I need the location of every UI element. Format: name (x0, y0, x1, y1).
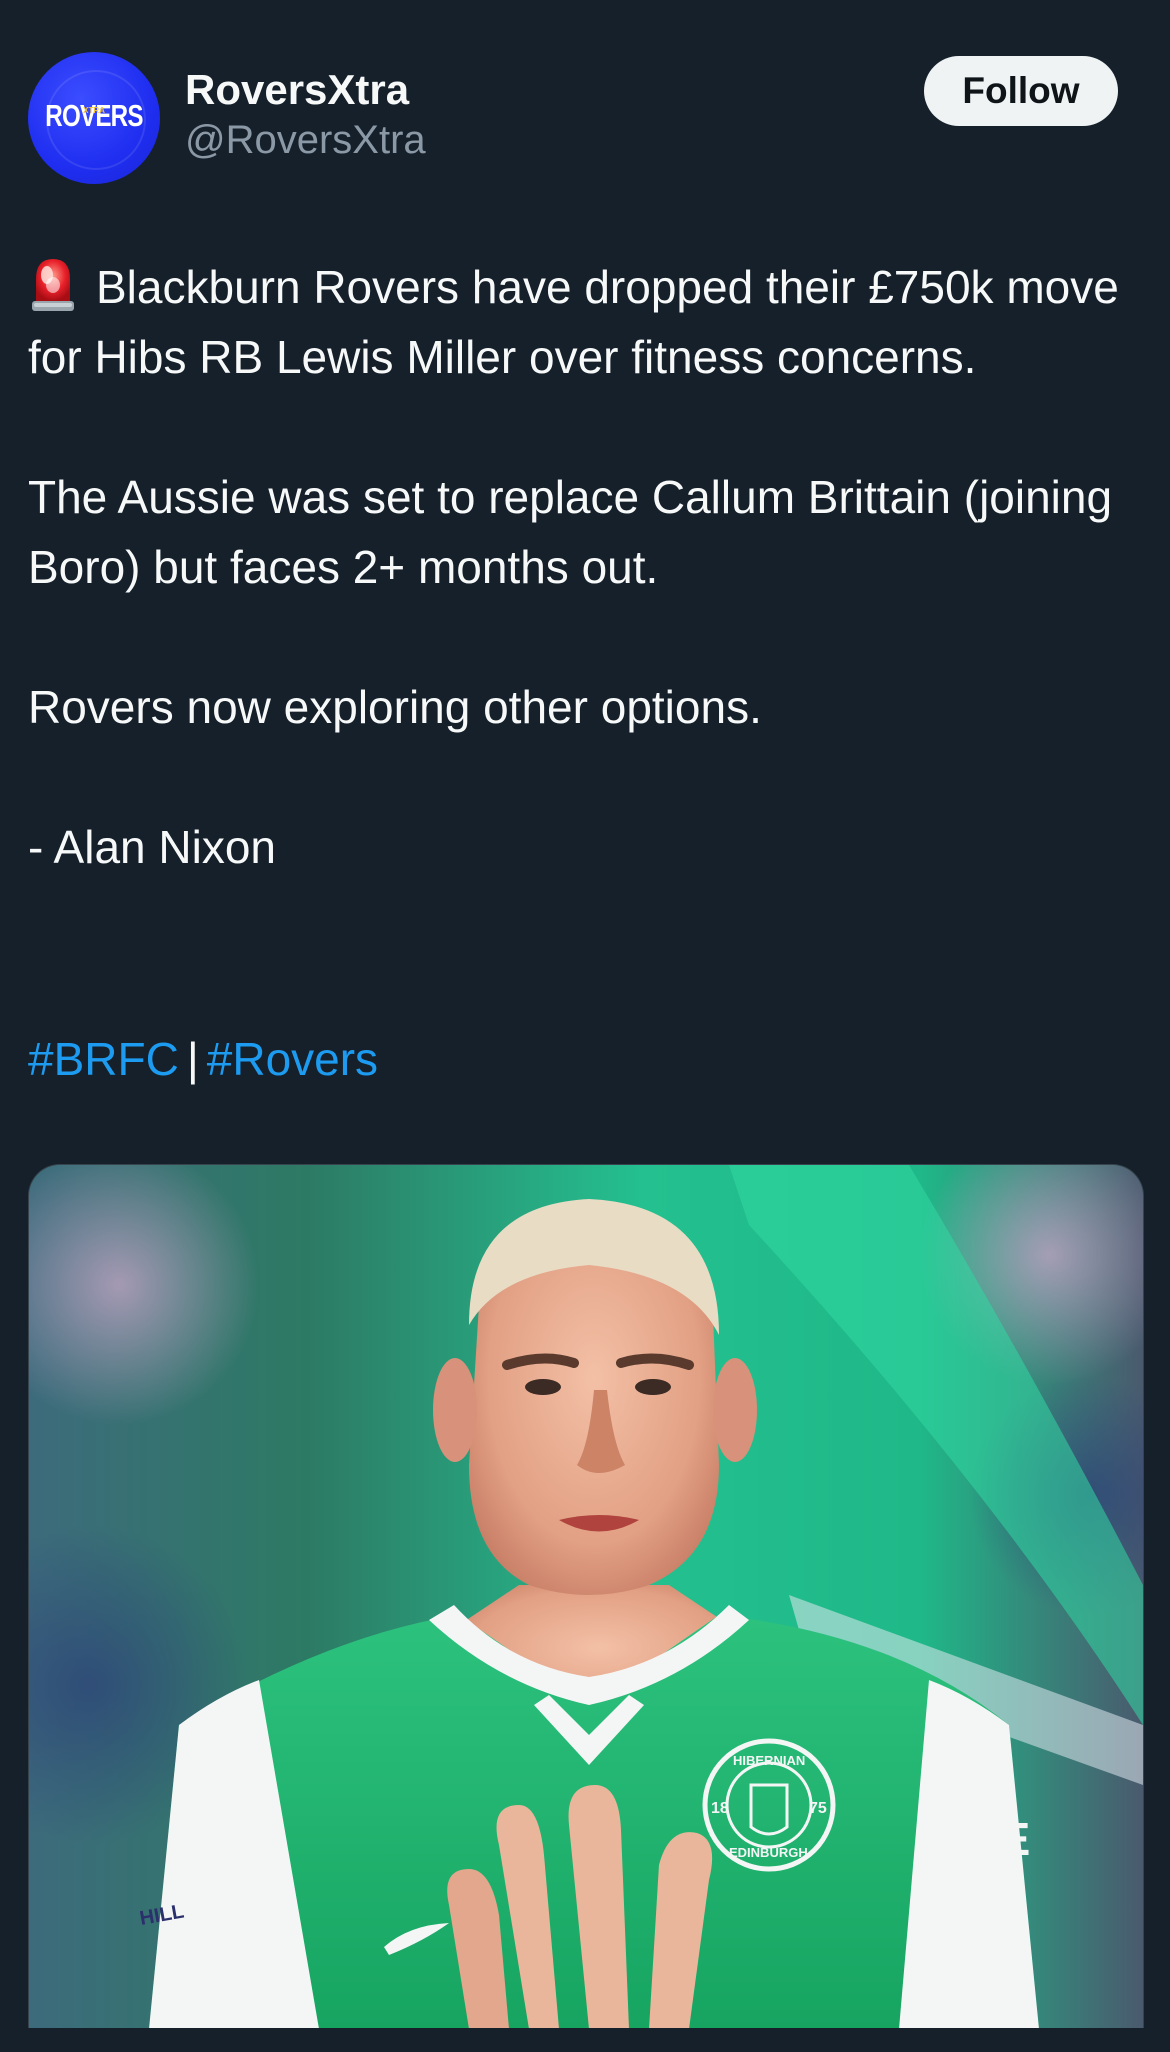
author-handle[interactable]: @RoversXtra (185, 118, 426, 163)
bottom-strip (0, 2028, 1170, 2052)
tweet-paragraph-4: - Alan Nixon (28, 821, 277, 873)
sleeve-text: SE (969, 1813, 1030, 1865)
tweet-text: Blackburn Rovers have dropped their £750… (28, 252, 1128, 882)
tweet-paragraph-1: Blackburn Rovers have dropped their £750… (28, 252, 1128, 392)
avatar-logo-text: ROVERS (45, 98, 143, 133)
badge-text-top: HIBERNIAN (733, 1753, 805, 1768)
tweet-media-image[interactable]: SE HILL HIBERNIAN EDINBURGH 18 75 (28, 1164, 1144, 2029)
badge-year-left: 18 (711, 1800, 729, 1817)
hashtag-separator: | (186, 1033, 199, 1085)
tweet-header: ROVERS XTRA RoversXtra @RoversXtra Follo… (28, 52, 1118, 186)
tweet-paragraph-3: Rovers now exploring other options. (28, 681, 762, 733)
tweet-hashtags: #BRFC | #Rovers (28, 1024, 378, 1094)
siren-icon (28, 253, 78, 313)
player-photo: SE HILL HIBERNIAN EDINBURGH 18 75 (29, 1165, 1143, 2029)
author-display-name[interactable]: RoversXtra (185, 66, 409, 114)
tweet-paragraph-2: The Aussie was set to replace Callum Bri… (28, 471, 1125, 593)
follow-button[interactable]: Follow (924, 56, 1118, 126)
author-avatar[interactable]: ROVERS XTRA (28, 52, 160, 184)
hashtag-rovers[interactable]: #Rovers (207, 1033, 378, 1085)
tweet-line-1: Blackburn Rovers have dropped their £750… (28, 261, 1132, 383)
hashtag-brfc[interactable]: #BRFC (28, 1033, 179, 1085)
avatar-logo-subtext: XTRA (83, 106, 105, 115)
badge-text-bottom: EDINBURGH (729, 1845, 808, 1860)
badge-year-right: 75 (809, 1800, 827, 1817)
